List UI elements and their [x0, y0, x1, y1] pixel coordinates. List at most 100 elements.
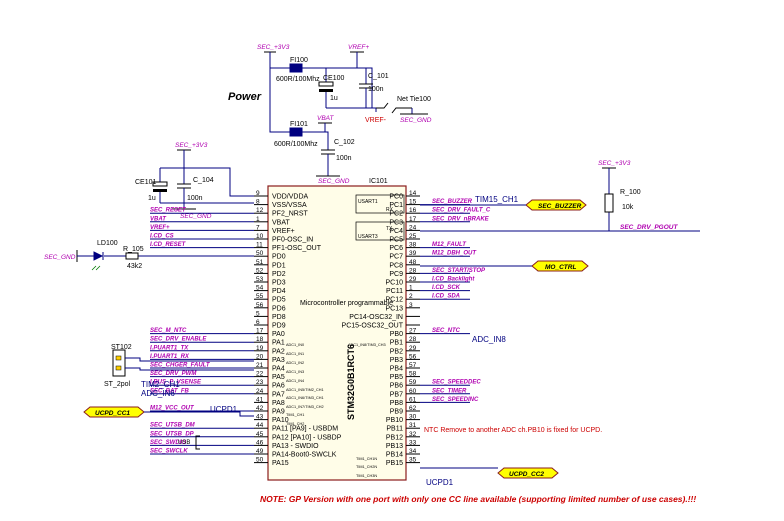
right-pin-19-number: 56: [409, 353, 417, 360]
left-pin-30-name: PA14-Boot0-SWCLK: [272, 452, 337, 459]
port-mo-ctrl-label: MO_CTRL: [545, 264, 576, 271]
right-pin-27-name: PB11: [386, 426, 403, 433]
left-pin-24-name: PA8: [272, 400, 285, 407]
left-pin-4-number: 7: [256, 224, 260, 231]
net-label-sec-utsb-dp: SEC_UTSB_DP: [150, 431, 195, 437]
right-pin-20-name: PB4: [390, 366, 403, 373]
net-tie-symbol: [376, 102, 412, 114]
right-pin-30-number: 34: [409, 448, 417, 455]
left-pin-0-name: VDD/VDDA: [272, 194, 309, 201]
left-pin-15-number: 6: [256, 319, 260, 326]
resistor-r100: [604, 193, 614, 213]
left-pin-26-number: 43: [256, 414, 264, 421]
pb0-function: ADC1_IN8/TIM3_CH3: [348, 343, 386, 347]
right-pin-0-name: PC0: [389, 194, 403, 201]
pa5-function: ADC1_IN5/TIM2_CH1: [286, 388, 324, 392]
left-pin-31-name: PA15: [272, 460, 289, 467]
right-pin-5-number: 25: [409, 233, 417, 240]
c102-value: 100n: [336, 155, 352, 162]
r105-ref: R_105: [123, 246, 144, 253]
capacitor-ce100-plate: [319, 89, 333, 92]
left-pin-11-name: PD4: [272, 288, 286, 295]
usb-label: USB: [178, 440, 190, 446]
st102-ref: ST102: [111, 344, 132, 351]
led-arrows: [91, 265, 101, 271]
left-pin-1-name: VSS/VSSA: [272, 202, 307, 209]
left-pin-28-number: 45: [256, 431, 264, 438]
vdd-wire: [160, 150, 254, 197]
right-pin-3-number: 17: [409, 216, 417, 223]
pa1-function: ADC1_IN1: [286, 352, 304, 356]
left-pin-12-number: 55: [256, 293, 264, 300]
ucpd1-annotation-right: UCPD1: [426, 478, 454, 487]
vbat-label-top: VBAT: [317, 115, 335, 122]
right-pin-2-name: PC2: [389, 211, 403, 218]
port-ucpd-cc2-label: UCPD_CC2: [509, 471, 544, 478]
usart3-label: USART3: [358, 234, 378, 240]
right-pin-7-name: PC7: [389, 254, 403, 261]
fi100-wire: [270, 67, 373, 108]
right-pin-26-name: PB10: [386, 417, 403, 424]
adc-in6-annotation: ADC_IN6: [141, 389, 175, 398]
right-pin-26-number: 30: [409, 414, 417, 421]
right-pin-12-number: 2: [409, 293, 413, 300]
ic-description: Microcontroller programmable: [300, 300, 393, 307]
r100-ref: R_100: [620, 189, 641, 196]
net-label-sec-buzzer: SEC_BUZZER: [432, 199, 473, 205]
left-pin-13-name: PD6: [272, 305, 286, 312]
right-pin-5-name: PC5: [389, 237, 403, 244]
pb15-function: TIM1_CH3N: [356, 474, 377, 478]
sec3v3-label-right: SEC_+3V3: [598, 160, 631, 167]
net-label-sec-speeddec: SEC_SPEEDDEC: [432, 380, 481, 386]
st102-value: ST_2pol: [104, 381, 131, 388]
left-pin-22-number: 23: [256, 379, 264, 386]
net-label-i-cd-reset: I.CD_RESET: [150, 242, 187, 248]
gnd-d-label: SEC_GND: [44, 254, 76, 261]
right-pin-16-name: PB0: [390, 331, 403, 338]
r100-value: 10k: [622, 204, 634, 211]
left-pin-29-name: PA13 - SWDIO: [272, 443, 319, 450]
left-pin-3-name: VBAT: [272, 219, 290, 226]
net-label-m12-vcc-out: M12_VCC_OUT: [150, 406, 195, 412]
net-label-sec-drv-pwm: SEC_DRV_PWM: [150, 371, 197, 377]
net-label-vref: VREF+: [150, 225, 170, 231]
right-pin-9-name: PC9: [389, 271, 403, 278]
right-pin-1-number: 15: [409, 199, 417, 206]
right-pin-9-number: 28: [409, 267, 417, 274]
right-pin-11-number: 1: [409, 285, 413, 292]
net-label-i-puart1-tx: I.PUART1_TX: [150, 345, 189, 351]
left-pin-27-name: PA11 [PA9] - USBDM: [272, 426, 338, 433]
st102-pin2: [115, 365, 122, 371]
net-label-sec-drv-enable: SEC_DRV_ENABLE: [150, 337, 207, 343]
ucpd-cc1-wire: [144, 411, 254, 417]
right-pin-24-number: 61: [409, 396, 417, 403]
net-label-sec-ntc: SEC_NTC: [432, 328, 461, 334]
right-pin-10-number: 29: [409, 276, 417, 283]
net-label-sec-m-ntc: SEC_M_NTC: [150, 328, 187, 334]
ferrite-fi101: [289, 127, 303, 137]
led-ld100: [93, 251, 104, 261]
left-pin-2-number: 12: [256, 207, 264, 214]
net-label-i-cd-sda: I.CD_SDA: [432, 294, 460, 300]
right-pin-0-number: 14: [409, 190, 417, 197]
left-pin-17-number: 18: [256, 336, 264, 343]
pb13-function: TIM1_CH1N: [356, 457, 377, 461]
net-label-i-cd-sck: I.CD_SCK: [432, 285, 461, 291]
right-pin-24-name: PB8: [390, 400, 403, 407]
right-pin-22-name: PB6: [390, 383, 403, 390]
right-pin-14-name: PC14-OSC32_IN: [349, 314, 403, 321]
left-pin-23-name: PA7: [272, 391, 285, 398]
left-pin-1-number: 8: [256, 199, 260, 206]
r105-value: 43k2: [127, 263, 142, 270]
right-pin-2-number: 16: [409, 207, 417, 214]
port-sec-buzzer: SEC_BUZZER: [525, 199, 587, 211]
port-ucpd-cc1-label: UCPD_CC1: [95, 410, 130, 417]
left-pin-20-name: PA4: [272, 366, 285, 373]
left-pin-18-number: 19: [256, 345, 264, 352]
pgout-net-label: SEC_DRV_PGOUT: [620, 224, 678, 231]
power-title: Power: [228, 91, 262, 103]
right-pin-4-number: 24: [409, 224, 417, 231]
ic-part-number: STM32G0B1RCT6: [346, 344, 356, 420]
right-pin-25-name: PB9: [390, 409, 403, 416]
ce100-ref: CE100: [323, 75, 345, 82]
